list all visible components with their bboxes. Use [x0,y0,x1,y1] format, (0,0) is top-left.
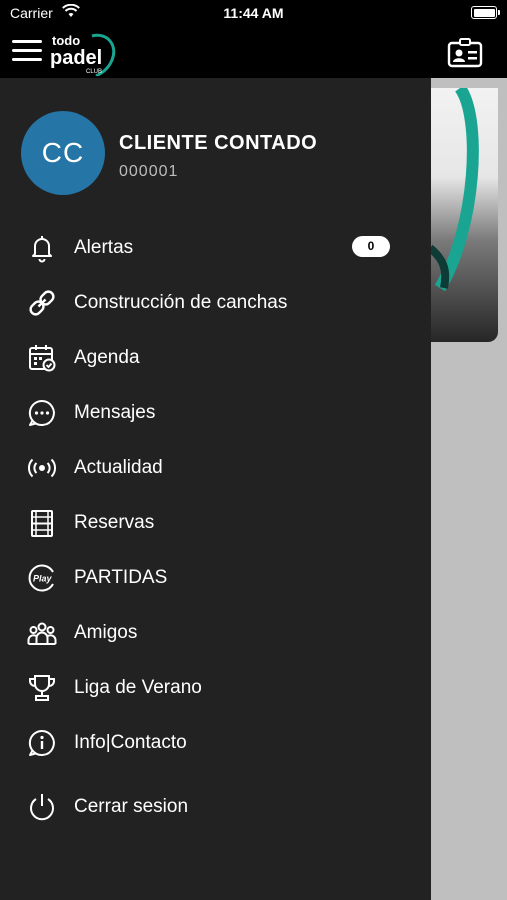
calendar-check-icon [29,345,56,372]
court-icon [31,510,53,537]
id-card-icon[interactable] [447,38,483,68]
svg-text:CLUB: CLUB [86,69,102,75]
group-icon [27,622,57,645]
status-time: 11:44 AM [223,5,284,21]
menu-item-label: Reservas [74,512,155,533]
menu-item-label: Actualidad [74,457,163,478]
menu-item-amigos[interactable]: Amigos [0,611,431,655]
menu-item-label: Alertas [74,237,134,258]
menu-item-info-contacto[interactable]: Info|Contacto [0,721,431,765]
power-icon [30,794,54,821]
trophy-icon [28,675,56,701]
svg-text:Play: Play [33,574,53,584]
chat-bubble-icon [28,399,55,426]
menu-item-alertas[interactable]: Alertas 0 [0,226,431,270]
todo-padel-logo: todo padel CLUB [50,33,116,76]
menu-item-construccion-canchas[interactable]: Construcción de canchas [0,281,431,325]
menu-item-cerrar-sesion[interactable]: Cerrar sesion [0,785,431,829]
hamburger-menu-icon[interactable] [12,40,42,64]
menu-item-label: Agenda [74,347,140,368]
bell-icon [32,236,52,263]
link-icon [29,290,55,316]
menu-item-actualidad[interactable]: Actualidad [0,446,431,490]
menu-item-reservas[interactable]: Reservas [0,501,431,545]
menu-item-label: Mensajes [74,402,156,423]
status-bar: Carrier 11:44 AM [0,0,507,28]
profile-name: CLIENTE CONTADO [119,132,318,154]
broadcast-icon [28,458,56,478]
menu-item-label: Info|Contacto [74,732,187,753]
menu-item-label: Cerrar sesion [74,796,189,817]
profile-code: 000001 [119,163,179,180]
play-icon: Play [28,564,54,592]
svg-text:todo: todo [52,33,80,48]
menu-item-label: Construcción de canchas [74,292,288,313]
battery-icon [471,6,500,19]
menu-item-mensajes[interactable]: Mensajes [0,391,431,435]
menu-item-partidas[interactable]: Play PARTIDAS [0,556,431,600]
alert-count-badge: 0 [352,236,390,257]
menu-item-agenda[interactable]: Agenda [0,336,431,380]
menu-item-label: PARTIDAS [74,567,168,588]
side-drawer: CC CLIENTE CONTADO 000001 Alertas 0 Cons… [0,78,431,900]
menu-item-label: Liga de Verano [74,677,202,698]
info-icon [28,729,55,756]
menu-item-liga-de-verano[interactable]: Liga de Verano [0,666,431,710]
avatar[interactable]: CC [21,111,105,195]
background-card-image [430,88,498,342]
svg-text:padel: padel [50,47,102,69]
top-navbar: todo padel CLUB [0,28,507,78]
menu-item-label: Amigos [74,622,138,643]
